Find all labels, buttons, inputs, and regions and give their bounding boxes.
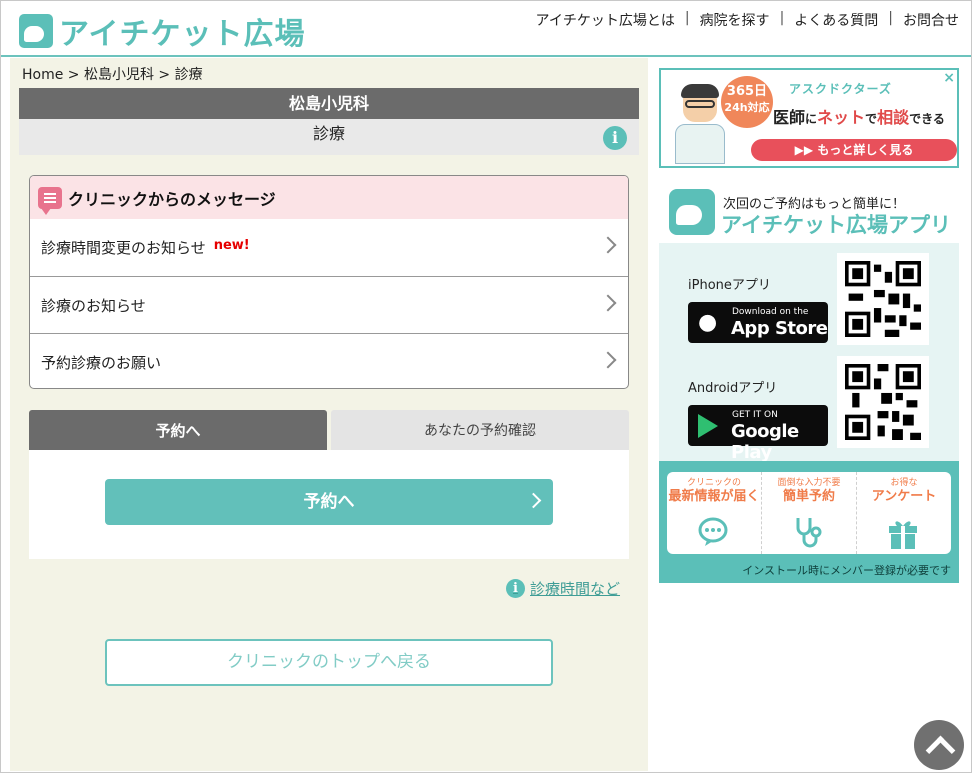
clinic-message-box: クリニックからのメッセージ 診療時間変更のお知らせ new! 診療のお知らせ 予… (29, 175, 629, 389)
feature-small: 面倒な入力不要 (777, 478, 841, 488)
info-icon[interactable]: i (603, 126, 627, 150)
hours-link-label: 診療時間など (530, 580, 621, 598)
close-icon[interactable]: × (943, 70, 955, 86)
tab-my-reservation[interactable]: あなたの予約確認 (331, 410, 629, 450)
main-content: Home > 松島小児科 > 診療 松島小児科 診療 i クリニックからのメッセ… (10, 58, 648, 771)
app-promo-name: アイチケット広場アプリ (721, 213, 951, 237)
nav-find-hospital[interactable]: 病院を探す (700, 10, 770, 30)
feature-item: お得な アンケート (857, 472, 951, 554)
double-play-icon: ▶▶ (794, 143, 818, 157)
app-logo-icon (669, 189, 715, 235)
ad-tagline-part: で (865, 112, 878, 126)
stethoscope-icon (796, 518, 822, 548)
message-item-label: 診療のお知らせ (41, 296, 146, 315)
feature-small: クリニックの (686, 478, 741, 488)
reserve-button-label: 予約へ (303, 492, 355, 512)
app-promo: 次回のご予約はもっと簡単に！ アイチケット広場アプリ iPhoneアプリ ● D… (659, 181, 959, 583)
app-promo-header: 次回のご予約はもっと簡単に！ アイチケット広場アプリ (659, 181, 959, 243)
tab-reserve[interactable]: 予約へ (29, 410, 327, 457)
message-header-title: クリニックからのメッセージ (68, 189, 276, 209)
ad-tagline-part: できる (909, 112, 945, 126)
chevron-right-icon (525, 492, 542, 509)
info-icon: i (506, 579, 525, 598)
google-play-small: GET IT ON (732, 410, 778, 420)
scroll-to-top-button[interactable] (914, 720, 964, 770)
message-item[interactable]: 診療時間変更のお知らせ new! (30, 219, 628, 276)
ad-tagline-part: ネット (817, 108, 866, 127)
ad-tagline-part: 相談 (877, 108, 910, 127)
feature-big: 簡単予約 (782, 489, 835, 504)
android-qr-code (837, 356, 929, 448)
message-item[interactable]: 予約診療のお願い (30, 333, 628, 388)
chevron-right-icon (599, 236, 617, 254)
clinic-name: 松島小児科 (19, 88, 639, 119)
ad-badge: 365日 24h対応 (721, 76, 773, 128)
message-item-label: 予約診療のお願い (41, 353, 162, 372)
site-logo[interactable]: アイチケット広場 (19, 9, 306, 53)
app-store-small: Download on the (732, 307, 809, 317)
global-nav: アイチケット広場とは | 病院を探す | よくある質問 | お問合せ (536, 10, 959, 30)
feature-item: クリニックの 最新情報が届く (667, 472, 762, 554)
section-title: 診療 (312, 124, 345, 143)
ad-tagline-part: 医師 (773, 108, 806, 127)
feature-small: お得な (890, 478, 918, 488)
app-install-note: インストール時にメンバー登録が必要です (742, 564, 951, 577)
nav-contact[interactable]: お問合せ (903, 10, 959, 30)
tab-panel: 予約へ (29, 450, 629, 559)
hours-link[interactable]: i 診療時間など (506, 578, 620, 599)
qr-code-icon (845, 364, 921, 440)
google-play-badge[interactable]: GET IT ON Google Play (688, 405, 828, 463)
section-title-bar: 診療 i (19, 119, 639, 155)
message-bubble-icon (38, 186, 62, 215)
ad-badge-line2: 24h対応 (724, 101, 770, 114)
ad-cta-button[interactable]: ▶▶ もっと詳しく見る (751, 139, 957, 161)
ad-tagline-part: に (805, 112, 818, 126)
site-header: アイチケット広場 アイチケット広場とは | 病院を探す | よくある質問 | お… (1, 1, 971, 57)
chat-icon (698, 517, 728, 546)
back-to-clinic-top-button[interactable]: クリニックのトップへ戻る (105, 639, 553, 686)
chevron-right-icon (599, 351, 617, 369)
message-header: クリニックからのメッセージ (30, 176, 628, 219)
ad-tagline: 医師にネットで相談できる (773, 104, 945, 128)
app-feature-panel: クリニックの 最新情報が届く 面倒な入力不要 簡単予約 お得な アンケート イン… (659, 461, 959, 583)
app-store-big: App Store (731, 318, 828, 339)
nav-faq[interactable]: よくある質問 (794, 10, 878, 30)
reservation-tabs: 予約へ あなたの予約確認 (29, 410, 629, 457)
ad-badge-line1: 365日 (726, 84, 768, 99)
logo-text: アイチケット広場 (59, 17, 306, 52)
apple-icon: ● (698, 310, 718, 335)
iphone-label: iPhoneアプリ (688, 278, 771, 293)
breadcrumb[interactable]: Home > 松島小児科 > 診療 (22, 64, 203, 84)
iphone-qr-code (837, 253, 929, 345)
google-play-big: Google Play (731, 421, 799, 463)
nav-about[interactable]: アイチケット広場とは (536, 10, 675, 30)
nav-separator: | (888, 10, 893, 26)
nav-separator: | (779, 10, 785, 26)
ad-cta-label: もっと詳しく見る (817, 143, 914, 157)
android-label: Androidアプリ (688, 381, 778, 396)
nav-separator: | (684, 10, 690, 26)
feature-big: アンケート (871, 489, 937, 504)
qr-code-icon (845, 261, 921, 337)
feature-list: クリニックの 最新情報が届く 面倒な入力不要 簡単予約 お得な アンケート (667, 472, 951, 554)
gift-icon (889, 521, 917, 549)
new-badge: new! (213, 238, 250, 253)
chevron-right-icon (599, 294, 617, 312)
message-item-label: 診療時間変更のお知らせ (41, 239, 206, 257)
doctor-illustration (671, 84, 725, 164)
feature-item: 面倒な入力不要 簡単予約 (762, 472, 857, 554)
ad-brand: アスクドクターズ (789, 82, 892, 96)
message-item[interactable]: 診療のお知らせ (30, 276, 628, 333)
feature-big: 最新情報が届く (668, 489, 760, 504)
askdoctors-ad-banner[interactable]: × 365日 24h対応 アスクドクターズ 医師にネットで相談できる ▶▶ もっ… (659, 68, 959, 168)
reserve-button[interactable]: 予約へ (105, 479, 553, 525)
google-play-icon (698, 414, 718, 438)
logo-mark-icon (19, 14, 53, 48)
app-store-badge[interactable]: ● Download on the App Store (688, 302, 828, 343)
